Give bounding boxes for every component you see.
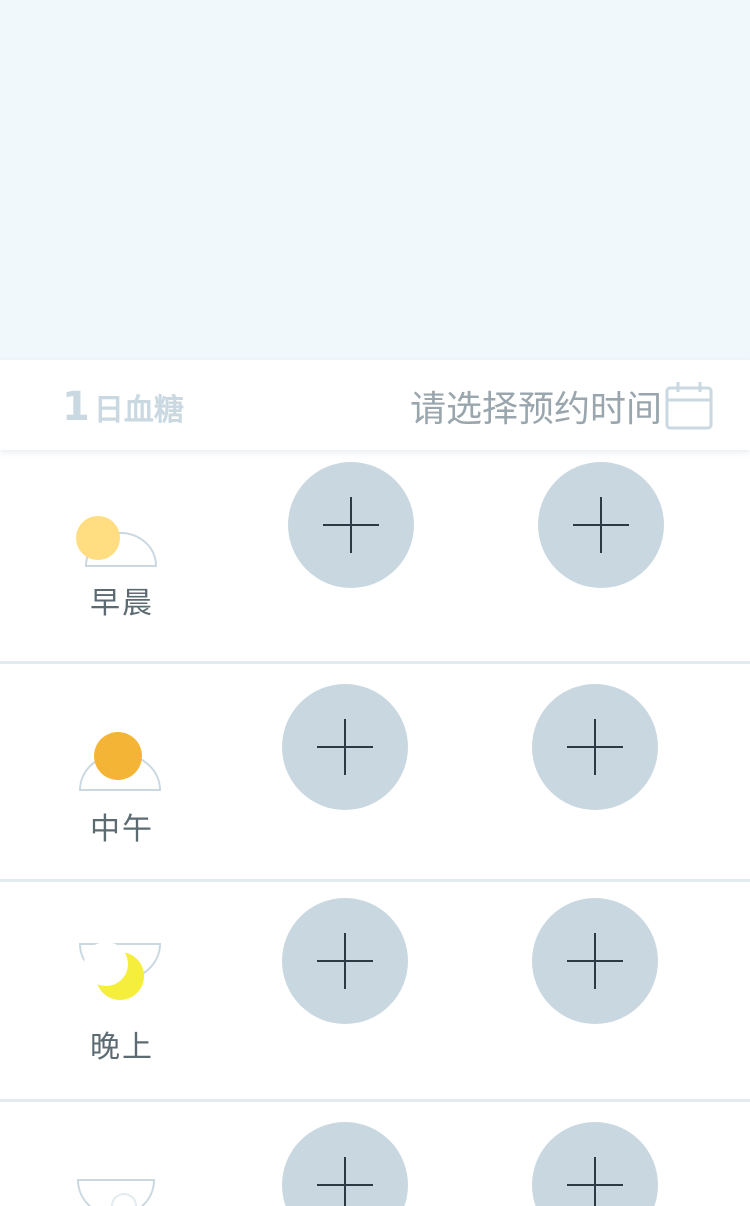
plus-icon — [573, 497, 629, 553]
slot-row-noon: 中午 — [0, 664, 750, 882]
appointment-label: 请选择预约时间 — [409, 389, 662, 430]
add-reading-button[interactable] — [532, 898, 658, 1024]
plus-icon — [317, 1157, 373, 1206]
add-reading-button[interactable] — [282, 898, 408, 1024]
add-reading-button[interactable] — [532, 684, 658, 810]
day-label: 1 日血糖 — [62, 382, 184, 432]
night-icon — [76, 1179, 156, 1206]
slot-label: 早晨 — [90, 586, 154, 621]
add-reading-button[interactable] — [288, 462, 414, 588]
evening-moon-icon — [78, 942, 162, 1000]
plus-icon — [323, 497, 379, 553]
add-reading-button[interactable] — [532, 1122, 658, 1206]
select-appointment-time-button[interactable]: 请选择预约时间 — [410, 380, 714, 432]
top-banner — [0, 0, 750, 360]
plus-icon — [567, 719, 623, 775]
plus-icon — [317, 933, 373, 989]
noon-sun-icon — [78, 732, 162, 791]
slot-row-night — [0, 1102, 750, 1206]
slot-label: 中午 — [90, 812, 154, 847]
slot-row-evening: 晚上 — [0, 882, 750, 1102]
plus-icon — [317, 719, 373, 775]
add-reading-button[interactable] — [282, 684, 408, 810]
add-reading-button[interactable] — [282, 1122, 408, 1206]
slot-label: 晚上 — [90, 1030, 154, 1065]
blood-sugar-header: 1 日血糖 请选择预约时间 — [0, 360, 750, 450]
plus-icon — [567, 933, 623, 989]
day-title: 日血糖 — [93, 393, 184, 428]
day-number: 1 — [62, 384, 90, 430]
plus-icon — [567, 1157, 623, 1206]
add-reading-button[interactable] — [538, 462, 664, 588]
slot-row-morning: 早晨 — [0, 450, 750, 664]
morning-sun-icon — [76, 516, 158, 567]
calendar-icon — [665, 382, 713, 430]
